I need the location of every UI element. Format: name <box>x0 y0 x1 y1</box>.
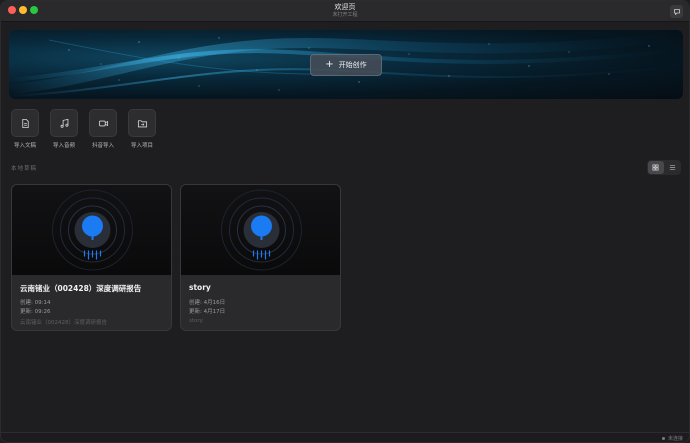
quick-action-tile[interactable] <box>11 109 39 137</box>
folder-import-icon <box>137 119 147 127</box>
list-icon <box>669 165 675 170</box>
view-mode-toggle[interactable] <box>647 160 681 175</box>
draft-thumbnail <box>12 185 171 275</box>
draft-created: 创建: 4月16日 <box>189 300 226 306</box>
quick-action-import-audio[interactable]: 导入音频 <box>50 109 78 149</box>
status-dot-icon <box>661 437 665 440</box>
connection-status: 未连接 <box>661 435 683 442</box>
draft-created: 创建: 09:14 <box>20 300 51 306</box>
draft-title: 云南锗业（002428）深度调研报告 <box>20 284 142 293</box>
draft-updated: 更新: 4月17日 <box>189 309 226 315</box>
feedback-button[interactable] <box>670 5 683 18</box>
start-create-button[interactable]: + 开始创作 <box>310 54 382 76</box>
app-window: 欢迎页 未打开工程 + 开始创作 导入文稿 导入音频 抖音导入 导入项目 本地草… <box>0 0 690 443</box>
draft-description: 云南锗业（002428）深度调研报告 <box>20 320 107 326</box>
plus-icon: + <box>325 59 334 70</box>
quick-action-tile[interactable] <box>128 109 156 137</box>
quick-action-tile[interactable] <box>89 109 117 137</box>
microphone-icon <box>221 189 302 271</box>
local-drafts-heading: 本地草稿 <box>11 166 38 172</box>
draft-card[interactable]: story 创建: 4月16日 更新: 4月17日 story <box>180 184 341 331</box>
video-camera-icon <box>98 120 108 126</box>
quick-action-tile[interactable] <box>50 109 78 137</box>
music-note-icon <box>60 118 68 128</box>
status-bar: 未连接 <box>1 432 689 442</box>
draft-thumbnail <box>181 185 340 275</box>
connection-status-label: 未连接 <box>667 436 683 442</box>
window-title: 欢迎页 <box>334 3 356 11</box>
draft-card[interactable]: 云南锗业（002428）深度调研报告 创建: 09:14 更新: 09:26 云… <box>11 184 172 331</box>
draft-updated: 更新: 09:26 <box>20 309 51 315</box>
window-title-group: 欢迎页 未打开工程 <box>1 3 689 19</box>
quick-action-import-document[interactable]: 导入文稿 <box>11 109 39 149</box>
grid-icon <box>652 164 659 171</box>
draft-description: story <box>189 318 203 324</box>
chat-icon <box>673 8 680 15</box>
quick-action-douyin-import[interactable]: 抖音导入 <box>89 109 117 149</box>
window-subtitle: 未打开工程 <box>332 12 358 18</box>
draft-title: story <box>189 283 211 292</box>
microphone-icon <box>52 189 133 271</box>
document-icon <box>21 118 29 128</box>
list-view-button[interactable] <box>665 161 681 174</box>
quick-action-label: 导入项目 <box>130 143 153 149</box>
grid-view-button[interactable] <box>648 161 664 174</box>
start-create-label: 开始创作 <box>338 61 367 69</box>
quick-action-import-project[interactable]: 导入项目 <box>128 109 156 149</box>
title-bar[interactable]: 欢迎页 未打开工程 <box>1 1 689 22</box>
